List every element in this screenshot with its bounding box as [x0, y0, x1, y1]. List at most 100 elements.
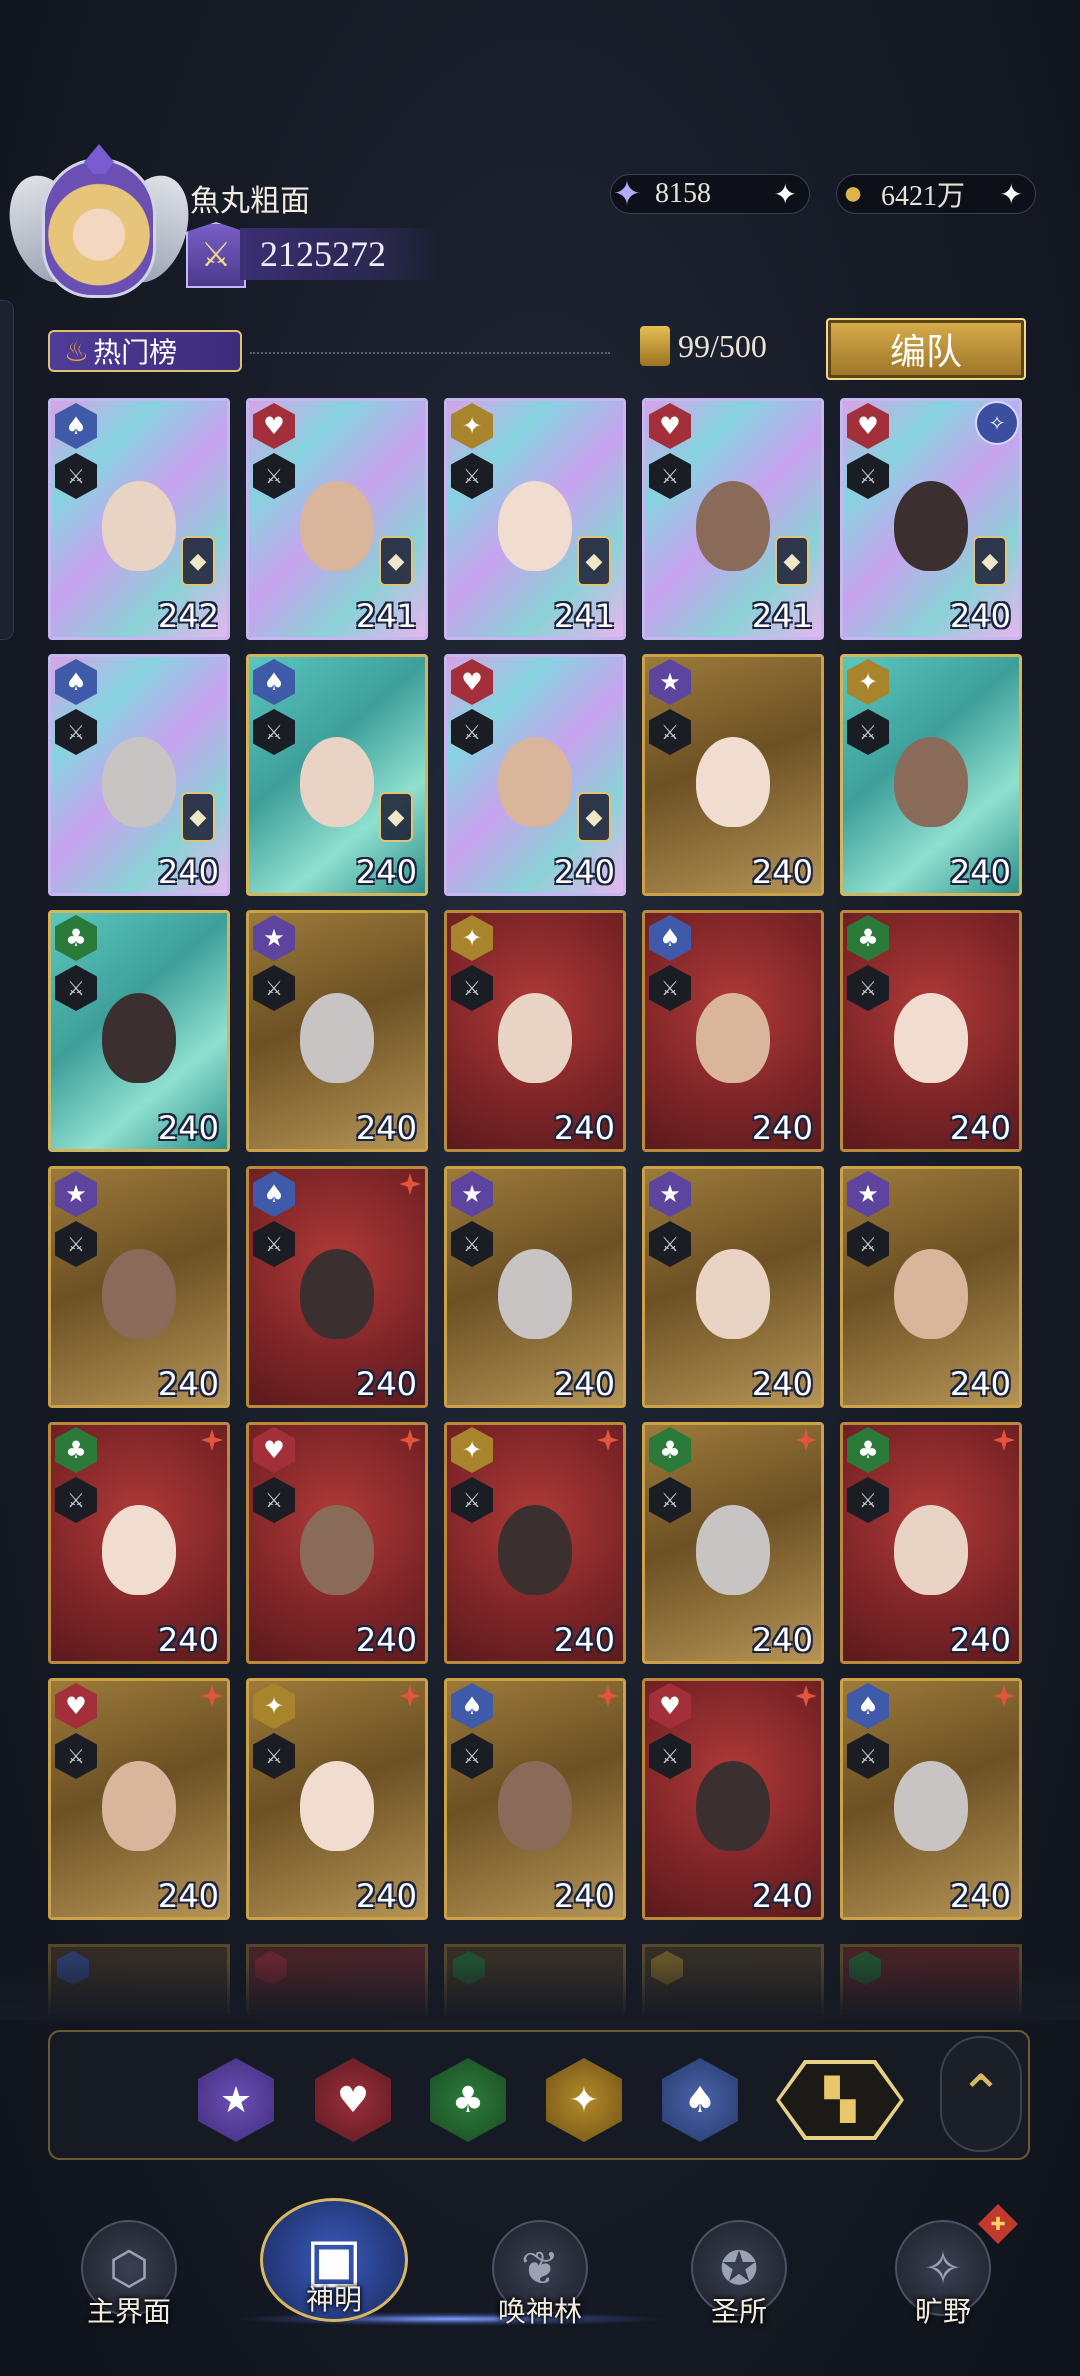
- nav-summon-forest[interactable]: ❦ 唤神林: [460, 2220, 620, 2340]
- card-level: 240: [355, 1365, 417, 1403]
- gold-amount: 6421万: [881, 181, 966, 212]
- card-level: 240: [553, 1621, 615, 1659]
- card-portrait: [102, 481, 176, 572]
- card-portrait: [498, 1505, 572, 1596]
- side-drawer-handle[interactable]: [0, 300, 14, 640]
- god-card[interactable]: ♠ ⚔ 240: [246, 1166, 428, 1408]
- player-name: 魚丸粗面: [190, 185, 310, 218]
- god-card[interactable]: ✦ ⚔ 240: [840, 654, 1022, 896]
- nav-sanctuary[interactable]: ✪ 圣所: [664, 2220, 814, 2340]
- rank-emblem-icon: ◆: [379, 792, 413, 842]
- card-portrait: [300, 993, 374, 1084]
- add-gold-button[interactable]: ✦: [1000, 178, 1023, 211]
- god-card[interactable]: ★ ⚔ 240: [246, 910, 428, 1152]
- god-card[interactable]: ♥ ⚔ 240: [642, 1678, 824, 1920]
- god-card[interactable]: ♠ ⚔ 240: [444, 1678, 626, 1920]
- card-level: 240: [157, 853, 219, 891]
- card-portrait: [894, 1249, 968, 1340]
- god-card[interactable]: ♠ ⚔ 240: [642, 910, 824, 1152]
- card-portrait: [696, 1505, 770, 1596]
- god-card[interactable]: ♣ ⚔ 240: [642, 1422, 824, 1664]
- rank-emblem-icon: ◆: [181, 792, 215, 842]
- card-level: 240: [751, 1621, 813, 1659]
- card-portrait: [300, 481, 374, 572]
- card-level: 240: [949, 853, 1011, 891]
- card-portrait: [102, 737, 176, 828]
- card-portrait: [300, 737, 374, 828]
- god-card[interactable]: ✦ ⚔ ◆ 241: [444, 398, 626, 640]
- collapse-filter-button[interactable]: ⌃: [940, 2036, 1022, 2152]
- add-gems-button[interactable]: ✦: [774, 178, 797, 211]
- god-card[interactable]: ♥ ⚔ ◆ 241: [246, 398, 428, 640]
- card-level: 240: [553, 1365, 615, 1403]
- hot-list-tab[interactable]: ♨ 热门榜: [48, 330, 242, 372]
- card-level: 241: [553, 597, 615, 635]
- card-level: 240: [553, 1109, 615, 1147]
- god-card[interactable]: ♣ ⚔ 240: [48, 910, 230, 1152]
- god-card[interactable]: ★ ⚔ 240: [642, 1166, 824, 1408]
- card-level: 240: [553, 1877, 615, 1915]
- card-level: 240: [751, 1877, 813, 1915]
- god-card[interactable]: ♣ ⚔ 240: [840, 910, 1022, 1152]
- card-portrait: [696, 1761, 770, 1852]
- card-level: 240: [355, 1109, 417, 1147]
- god-card[interactable]: ✦ ⚔ 240: [444, 1422, 626, 1664]
- god-card[interactable]: ★ ⚔ 240: [840, 1166, 1022, 1408]
- card-level: 242: [157, 597, 219, 635]
- avatar-portrait: [42, 158, 156, 298]
- toolbar-divider: [250, 352, 610, 354]
- god-card[interactable]: ♠ ⚔ ◆ 240: [246, 654, 428, 896]
- god-card[interactable]: ♥ ⚔ ◆ 241: [642, 398, 824, 640]
- god-card[interactable]: ★ ⚔ 240: [48, 1166, 230, 1408]
- card-count-value: 99/500: [678, 327, 767, 364]
- god-card[interactable]: ♥ ⚔ 240: [48, 1678, 230, 1920]
- god-card[interactable]: ♠ ⚔ 240: [840, 1678, 1022, 1920]
- god-card[interactable]: ✦ ⚔ 240: [444, 910, 626, 1152]
- god-card[interactable]: ♠ ⚔ ◆ 242: [48, 398, 230, 640]
- rank-emblem-icon: ◆: [379, 536, 413, 586]
- god-card[interactable]: ★ ⚔ 240: [444, 1166, 626, 1408]
- flame-icon: ♨: [64, 334, 90, 368]
- card-level: 240: [355, 1877, 417, 1915]
- gem-icon: ✦: [612, 176, 642, 213]
- hot-list-label: 热门榜: [93, 336, 178, 369]
- rank-emblem-icon: ◆: [577, 536, 611, 586]
- team-formation-button[interactable]: 编队: [826, 318, 1026, 380]
- power-value-bar: 2125272: [240, 228, 440, 280]
- card-level: 240: [949, 1109, 1011, 1147]
- card-portrait: [696, 1249, 770, 1340]
- card-level: 241: [355, 597, 417, 635]
- power-value: 2125272: [260, 234, 386, 274]
- nav-gods[interactable]: ▣ 神明: [254, 2198, 414, 2322]
- card-portrait: [894, 1761, 968, 1852]
- god-card[interactable]: ♥ ⚔ ◆ ✧ 240: [840, 398, 1022, 640]
- card-portrait: [498, 737, 572, 828]
- sigil-icon: ✧: [975, 401, 1019, 445]
- card-portrait: [300, 1505, 374, 1596]
- card-portrait: [894, 1505, 968, 1596]
- gem-amount: 8158: [655, 178, 711, 209]
- card-level: 240: [157, 1877, 219, 1915]
- card-portrait: [696, 993, 770, 1084]
- card-level: 240: [949, 1877, 1011, 1915]
- god-card[interactable]: ♠ ⚔ ◆ 240: [48, 654, 230, 896]
- card-level: 240: [949, 1365, 1011, 1403]
- card-portrait: [498, 481, 572, 572]
- card-level: 240: [949, 597, 1011, 635]
- card-portrait: [894, 481, 968, 572]
- god-card[interactable]: ♣ ⚔ 240: [48, 1422, 230, 1664]
- card-portrait: [102, 1761, 176, 1852]
- god-card[interactable]: ♣ ⚔ 240: [840, 1422, 1022, 1664]
- rank-emblem-icon: ◆: [973, 536, 1007, 586]
- god-card[interactable]: ♥ ⚔ ◆ 240: [444, 654, 626, 896]
- god-card[interactable]: ♥ ⚔ 240: [246, 1422, 428, 1664]
- nav-main-screen[interactable]: ⬡ 主界面: [54, 2220, 204, 2340]
- gem-currency: ✦ 8158 ✦: [610, 174, 810, 214]
- god-card[interactable]: ✦ ⚔ 240: [246, 1678, 428, 1920]
- card-capacity: 99/500: [640, 326, 767, 366]
- card-level: 240: [157, 1109, 219, 1147]
- player-avatar[interactable]: [0, 138, 202, 318]
- card-level: 240: [553, 853, 615, 891]
- card-portrait: [300, 1249, 374, 1340]
- god-card[interactable]: ★ ⚔ 240: [642, 654, 824, 896]
